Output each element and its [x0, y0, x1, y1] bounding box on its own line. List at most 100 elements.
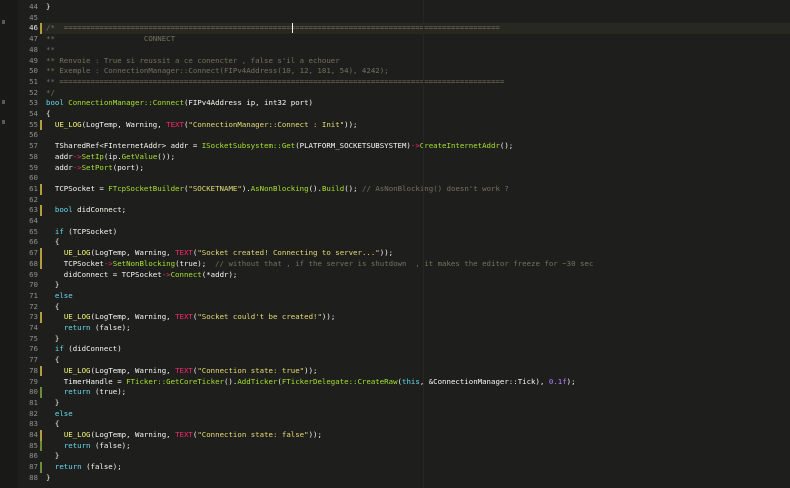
line-number: 73: [29, 312, 38, 322]
code-line[interactable]: ** Exemple : ConnectionManager::Connect(…: [46, 66, 389, 77]
code-token: if: [54, 344, 69, 354]
code-token: }: [46, 451, 60, 461]
line-number: 87: [29, 462, 38, 472]
side-activity-bar: [0, 0, 19, 488]
code-line[interactable]: TSharedRef<FInternetAddr> addr = ISocket…: [46, 141, 513, 152]
code-line[interactable]: return (false);: [46, 441, 131, 452]
code-token: ));: [308, 430, 322, 439]
code-line[interactable]: addr->SetPort(port);: [46, 163, 144, 174]
code-token: AsNonBlocking: [250, 183, 309, 193]
code-token: {: [46, 301, 60, 311]
code-line[interactable]: ** =====================================…: [46, 77, 504, 88]
code-line[interactable]: TCPSocket->SetNonBlocking(true); // with…: [46, 259, 594, 270]
code-line[interactable]: }: [46, 280, 59, 291]
code-token: return: [63, 440, 95, 450]
code-line[interactable]: {: [46, 302, 59, 313]
code-token: TEXT: [175, 365, 193, 375]
code-line[interactable]: UE_LOG(LogTemp, Warning, TEXT("Connectio…: [46, 430, 322, 441]
code-token: Connect: [170, 269, 202, 279]
code-token: {: [46, 355, 60, 365]
line-number: 64: [29, 216, 38, 225]
code-line[interactable]: {: [46, 237, 59, 248]
code-line[interactable]: if (didConnect): [46, 344, 122, 355]
code-line[interactable]: UE_LOG(LogTemp, Warning, TEXT("Socket co…: [46, 312, 335, 323]
line-number: 71: [29, 290, 38, 300]
modified-line-marker: [40, 119, 42, 131]
code-line[interactable]: else: [46, 409, 73, 420]
code-token: bool: [46, 98, 69, 108]
line-number: 48: [29, 44, 38, 54]
code-token: ->: [410, 141, 420, 151]
added-line-marker: [40, 462, 42, 473]
code-line[interactable]: TimerHandle = FTicker::GetCoreTicker().A…: [46, 377, 576, 388]
modified-line-marker: [40, 312, 42, 323]
code-line[interactable]: }: [46, 451, 59, 462]
code-line[interactable]: }: [46, 334, 59, 345]
code-line[interactable]: **: [46, 45, 55, 56]
code-token: SetPort: [81, 162, 113, 172]
code-line[interactable]: return (true);: [46, 387, 126, 398]
code-line[interactable]: addr->SetIp(ip.GetValue());: [46, 152, 175, 163]
line-number: 79: [29, 376, 38, 386]
code-line[interactable]: ** CONNECT: [46, 34, 175, 45]
code-token: ().: [223, 376, 238, 386]
code-line[interactable]: UE_LOG(LogTemp, Warning, TEXT("Socket cr…: [46, 248, 393, 259]
code-token: bool: [54, 205, 78, 215]
code-token: UE_LOG: [63, 365, 91, 375]
fold-indicator: [2, 100, 5, 104]
code-line[interactable]: bool didConnect;: [46, 205, 126, 216]
code-token: (*addr);: [201, 269, 238, 279]
code-line[interactable]: }: [46, 398, 59, 409]
code-line[interactable]: return (false);: [46, 462, 122, 473]
code-line[interactable]: /* =====================================…: [46, 23, 500, 34]
code-line[interactable]: if (TCPSocket): [46, 227, 117, 238]
code-token: /* =====================================…: [46, 23, 500, 33]
code-line[interactable]: }: [46, 473, 50, 484]
line-number: 46: [29, 23, 38, 33]
line-number: 56: [29, 130, 38, 140]
code-token: */: [46, 87, 55, 97]
code-line[interactable]: ** Renvoie : True si reussit a ce conenc…: [46, 56, 340, 67]
line-number: 50: [29, 66, 38, 76]
code-line[interactable]: }: [46, 2, 50, 13]
code-area[interactable]: } /* ====================================…: [46, 0, 790, 488]
code-token: return: [63, 387, 95, 397]
line-number: 62: [29, 194, 38, 204]
code-line[interactable]: return (false);: [46, 323, 131, 334]
code-token: (LogTemp, Warning,: [90, 312, 176, 322]
code-line[interactable]: UE_LOG(LogTemp, Warning, TEXT("Connectio…: [46, 120, 358, 131]
code-line[interactable]: else: [46, 291, 73, 302]
code-token: ** Renvoie : True si reussit a ce conenc…: [46, 55, 340, 65]
code-line[interactable]: {: [46, 109, 50, 120]
line-number: 63: [29, 205, 38, 215]
code-token: {: [46, 237, 60, 247]
code-token: ** =====================================…: [46, 76, 505, 86]
code-token: "Socket could't be created!": [197, 312, 322, 322]
code-token: didConnect;: [77, 205, 127, 215]
line-number: 69: [29, 269, 38, 279]
code-token: TSharedRef<FInternetAddr> addr =: [46, 141, 202, 151]
code-line[interactable]: didConnect = TCPSocket->Connect(*addr);: [46, 269, 238, 281]
code-line[interactable]: {: [46, 355, 59, 366]
code-token: ));: [321, 312, 336, 322]
code-token: "Connection state: true": [197, 365, 305, 375]
code-token: CreateInternetAddr: [419, 141, 500, 151]
code-token: , &ConnectionManager::Tick),: [419, 376, 549, 386]
code-editor[interactable]: 44 45 46 47 48 49 50 51 52 53 54 55 56 57 58 59 60 61 62 63…: [0, 0, 790, 488]
line-number: 49: [29, 55, 38, 65]
code-line[interactable]: {: [46, 419, 59, 430]
code-line[interactable]: TCPSocket = FTcpSocketBuilder("SOCKETNAM…: [46, 184, 509, 195]
line-number: 80: [29, 387, 38, 397]
code-line[interactable]: bool ConnectionManager::Connect(FIPv4Add…: [46, 98, 313, 109]
code-token: FTcpSocketBuilder: [108, 183, 184, 193]
code-line[interactable]: */: [46, 88, 55, 99]
line-number: 70: [29, 280, 38, 290]
code-line[interactable]: UE_LOG(LogTemp, Warning, TEXT("Connectio…: [46, 365, 318, 377]
